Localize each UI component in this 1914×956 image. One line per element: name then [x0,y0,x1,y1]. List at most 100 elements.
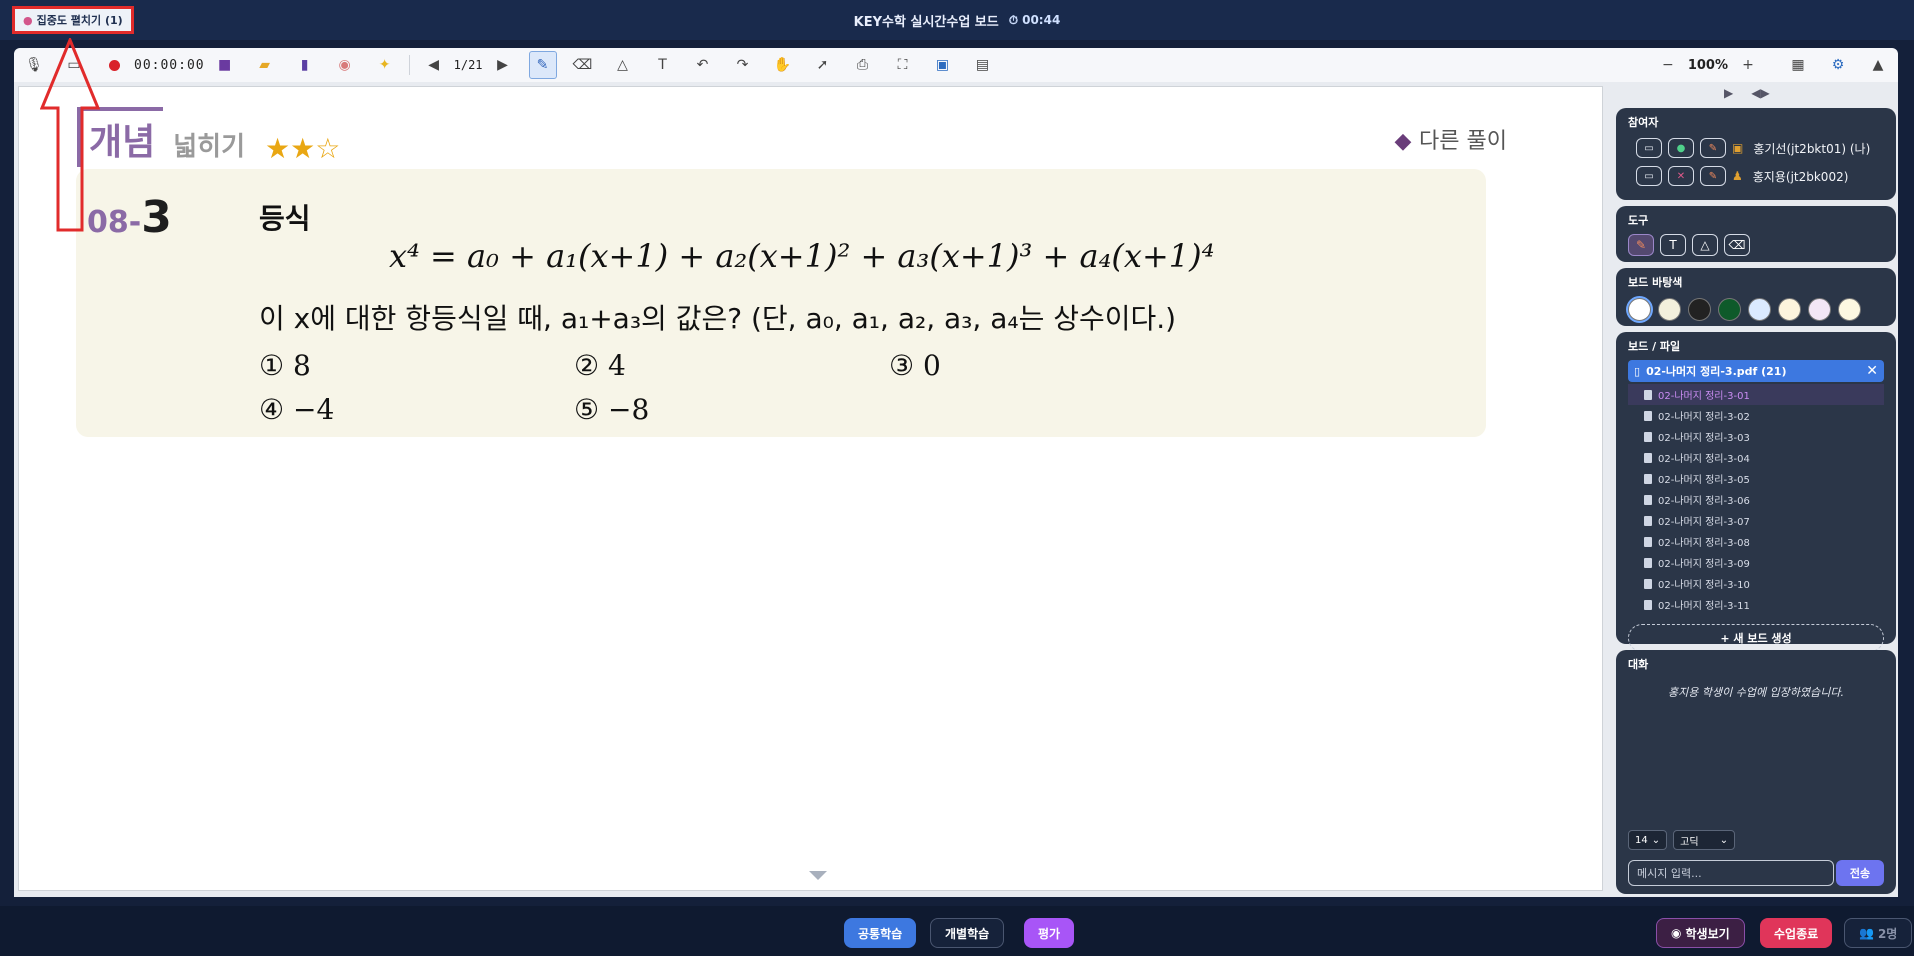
tools-title: 도구 [1628,214,1649,227]
send-button[interactable]: 전송 [1836,860,1884,886]
bg-color-swatch[interactable] [1748,298,1771,321]
mic-icon[interactable]: ● [1668,138,1694,158]
bg-color-swatch[interactable] [1658,298,1681,321]
bg-color-swatch[interactable] [1808,298,1831,321]
chat-input[interactable]: 메시지 입력... [1628,860,1834,886]
pen-permission-icon[interactable]: ✎ [1700,166,1726,186]
board-bg-title: 보드 바탕색 [1628,276,1683,289]
file-list-item[interactable]: 02-나머지 정리-3-04 [1628,447,1884,468]
participant-row: ▭ ✕ ✎ ♟ 홍지용(jt2bk002) [1616,162,1896,190]
chat-message: 홍지용 학생이 수업에 입장하였습니다. [1668,686,1844,699]
file-list-item[interactable]: 02-나머지 정리-3-08 [1628,531,1884,552]
screen-icon[interactable]: ▭ [1636,166,1662,186]
eraser-tool-icon[interactable]: ⌫ [1724,234,1750,256]
file-list-item[interactable]: 02-나머지 정리-3-02 [1628,405,1884,426]
undo-icon[interactable]: ↶ [689,51,717,79]
font-face-select[interactable]: 고딕 ⌄ [1673,830,1736,850]
next-page-icon[interactable]: ▶ [489,51,517,79]
mic-muted-icon[interactable]: ✕ [1668,166,1694,186]
file-list-item[interactable]: 02-나머지 정리-3-03 [1628,426,1884,447]
participant-count-label: 2명 [1877,926,1898,941]
file-item-label: 02-나머지 정리-3-01 [1658,391,1750,402]
brain-icon: ● [23,13,33,27]
file-list-item[interactable]: 02-나머지 정리-3-01 [1628,384,1884,405]
title-bar: KEY수학 실시간수업 보드 ⏱ 00:44 [0,0,1914,40]
bg-color-swatch[interactable] [1718,298,1741,321]
save-icon[interactable]: ■ [211,51,239,79]
page-file-icon [1644,515,1652,526]
individual-learning-button[interactable]: 개별학습 [930,918,1005,948]
folder-icon[interactable]: ▰ [251,51,279,79]
pen-permission-icon[interactable]: ✎ [1700,138,1726,158]
file-header[interactable]: ▯ 02-나머지 정리-3.pdf (21) ✕ [1628,360,1884,382]
timer-icon: ⏱ [1008,12,1019,27]
student-view-button[interactable]: ◉ 학생보기 [1656,918,1745,948]
timer-value: 00:44 [1022,13,1061,27]
prev-page-icon[interactable]: ◀ [420,51,448,79]
pen-tool-icon[interactable]: ✎ [1628,234,1654,256]
pointer-icon[interactable]: ➚ [809,51,837,79]
participant-avatar: ▣ [1732,141,1744,155]
palette-icon[interactable]: ◉ [331,51,359,79]
fullscreen-icon[interactable]: ⛶ [889,51,917,79]
participant-name: 홍지용(jt2bk002) [1752,169,1849,184]
new-board-button[interactable]: + 새 보드 생성 [1628,624,1884,652]
text-tool-icon[interactable]: T [1660,234,1686,256]
difficulty-stars: ★★☆ [265,132,341,165]
sparkle-icon[interactable]: ✦ [371,51,399,79]
bg-color-swatch[interactable] [1838,298,1861,321]
eval-button[interactable]: 평가 [1024,918,1075,948]
file-icon[interactable]: ▮ [291,51,319,79]
chevron-down-icon: ⌄ [1651,834,1661,846]
screen-share-icon[interactable]: ▣ [929,51,957,79]
common-learning-button[interactable]: 공통학습 [844,918,917,948]
board-scroll-down-icon[interactable] [809,871,827,880]
student-view-label: 학생보기 [1685,926,1730,941]
session-timer: ⏱ 00:44 [1009,13,1061,28]
bg-color-swatch[interactable] [1778,298,1801,321]
zoom-level: 100% [1687,57,1728,73]
settings-icon[interactable]: ⚙ [1824,51,1852,79]
participants-title: 참여자 [1628,116,1659,129]
text-tool-icon[interactable]: T [649,51,677,79]
eye-icon: ◉ [1671,926,1682,940]
font-size-select[interactable]: 14 ⌄ [1628,830,1668,850]
whiteboard-canvas[interactable]: 개념 넓히기 ★★☆ ◆ 다른 풀이 08-3 등식 x⁴ = a₀ + a₁(… [18,86,1603,891]
choice-4: ④ −4 [259,393,335,426]
shape-icon[interactable]: △ [609,51,637,79]
zoom-in-button[interactable]: + [1734,51,1762,79]
bg-color-swatch[interactable] [1688,298,1711,321]
sidebar-toggle-icon[interactable]: ◀▶ [1751,86,1769,100]
redo-icon[interactable]: ↷ [729,51,757,79]
zoom-out-button[interactable]: − [1654,51,1682,79]
record-button[interactable] [100,51,128,79]
right-sidebar: ▶ ◀▶ 참여자 ▭ ● ✎ ▣ 홍기선(jt2bkt01) (나) ▭ ✕ ✎… [1614,82,1898,897]
file-item-label: 02-나머지 정리-3-08 [1658,538,1750,549]
shape-tool-icon[interactable]: △ [1692,234,1718,256]
file-list-item[interactable]: 02-나머지 정리-3-10 [1628,573,1884,594]
print-icon[interactable]: ⎙ [849,51,877,79]
file-list-item[interactable]: 02-나머지 정리-3-11 [1628,594,1884,615]
file-item-label: 02-나머지 정리-3-10 [1658,580,1750,591]
close-icon[interactable]: ✕ [1866,363,1878,379]
eraser-icon[interactable]: ⌫ [569,51,597,79]
end-class-button[interactable]: 수업종료 [1760,918,1833,948]
file-list-item[interactable]: 02-나머지 정리-3-06 [1628,489,1884,510]
hand-icon[interactable]: ✋ [769,51,797,79]
sidebar-next-icon[interactable]: ▶ [1724,86,1733,100]
files-title: 보드 / 파일 [1628,340,1681,353]
focus-expand-button[interactable]: ● 집중도 펼치기 (1) [12,6,134,34]
file-list-item[interactable]: 02-나머지 정리-3-09 [1628,552,1884,573]
pen-icon[interactable]: ✎ [528,51,557,79]
file-list-item[interactable]: 02-나머지 정리-3-07 [1628,510,1884,531]
file-list-item[interactable]: 02-나머지 정리-3-05 [1628,468,1884,489]
page-file-icon [1644,494,1652,505]
alt-solution-link[interactable]: ◆ 다른 풀이 [1394,123,1507,155]
people-icon: 👥 [1859,926,1874,940]
participants-panel: 참여자 ▭ ● ✎ ▣ 홍기선(jt2bkt01) (나) ▭ ✕ ✎ ♟ 홍지… [1616,108,1896,200]
projector-icon[interactable]: ▤ [969,51,997,79]
screen-icon[interactable]: ▭ [1636,138,1662,158]
bg-color-swatch[interactable] [1628,298,1651,321]
grid-icon[interactable]: ▦ [1784,51,1812,79]
collapse-icon[interactable]: ▲ [1864,51,1892,79]
